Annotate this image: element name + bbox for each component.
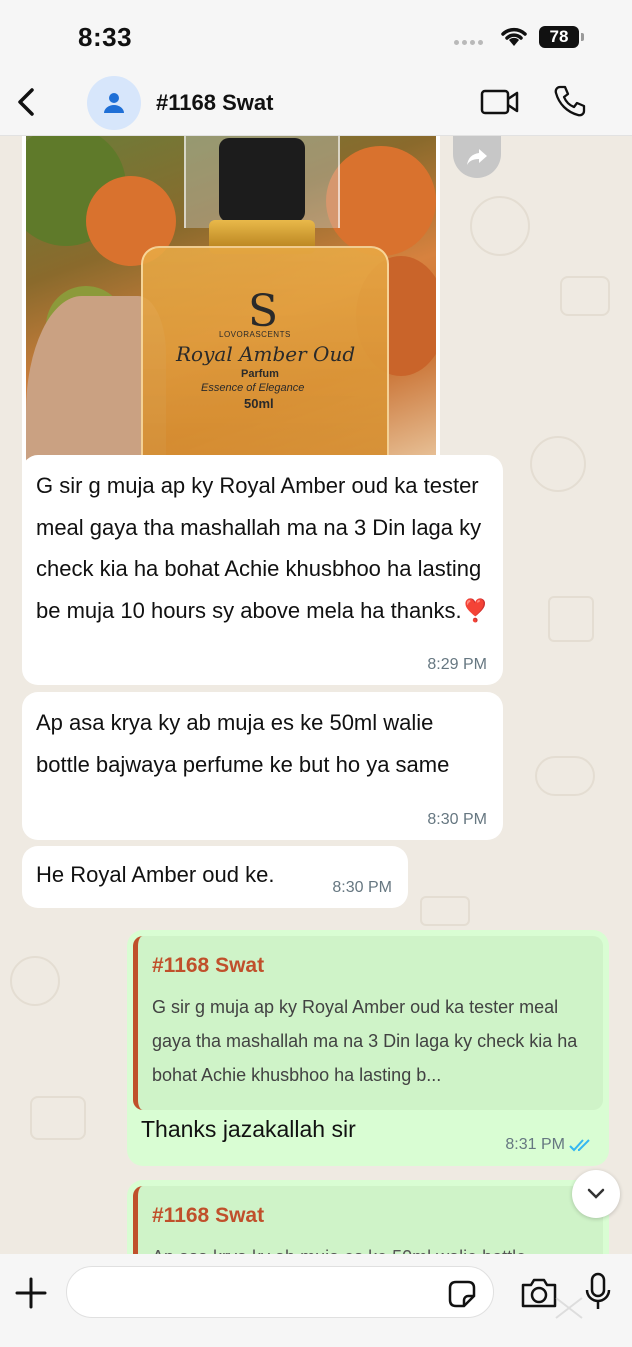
chevron-down-icon <box>587 1188 605 1199</box>
product-name: Royal Amber Oud <box>176 342 356 366</box>
message-time-text: 8:31 PM <box>505 1136 565 1153</box>
battery-icon: 78 <box>539 26 579 48</box>
incoming-message[interactable]: He Royal Amber oud ke. 8:30 PM <box>22 846 408 908</box>
wallpaper-doodle <box>10 956 60 1006</box>
message-time: 8:29 PM <box>427 656 487 673</box>
quoted-message[interactable]: #1168 Swat G sir g muja ap ky Royal Ambe… <box>133 936 603 1110</box>
message-text: Ap asa krya ky ab muja es ke 50ml walie … <box>36 710 450 777</box>
wallpaper-doodle <box>30 1096 86 1140</box>
video-call-icon[interactable] <box>480 88 520 116</box>
watermark-icon <box>555 1297 583 1319</box>
bottle-cap <box>219 138 305 222</box>
forward-icon <box>467 149 487 165</box>
sticker-icon[interactable] <box>446 1278 478 1310</box>
brand-name: LOVORASCENTS <box>219 330 291 339</box>
incoming-message[interactable]: G sir g muja ap ky Royal Amber oud ka te… <box>22 455 503 685</box>
avatar[interactable] <box>87 76 141 130</box>
back-arrow-icon[interactable] <box>12 84 40 120</box>
wallpaper-doodle <box>548 596 594 642</box>
microphone-icon[interactable] <box>584 1272 612 1312</box>
heart-emoji: ❣️ <box>461 597 489 623</box>
wallpaper-doodle <box>420 896 470 926</box>
contact-name[interactable]: #1168 Swat <box>156 90 273 116</box>
wifi-icon <box>501 27 527 46</box>
outgoing-message[interactable]: #1168 Swat Ap asa krya ky ab muja es ke … <box>127 1180 609 1254</box>
scroll-to-bottom-button[interactable] <box>572 1170 620 1218</box>
flower-shape <box>326 146 436 256</box>
quote-author: #1168 Swat <box>152 1204 265 1227</box>
forward-button[interactable] <box>453 136 501 178</box>
battery-tip <box>581 33 584 41</box>
message-time: 8:31 PM <box>505 1136 593 1154</box>
quote-author: #1168 Swat <box>152 954 265 977</box>
message-text: G sir g muja ap ky Royal Amber oud ka te… <box>36 473 482 623</box>
wallpaper-doodle <box>560 276 610 316</box>
status-time: 8:33 <box>78 22 133 52</box>
message-time: 8:30 PM <box>332 879 392 896</box>
quote-text: G sir g muja ap ky Royal Amber oud ka te… <box>152 997 578 1085</box>
chat-area[interactable]: S LOVORASCENTS Royal Amber Oud Parfum Es… <box>0 136 632 1254</box>
product-size: 50ml <box>244 396 274 411</box>
wallpaper-doodle <box>530 436 586 492</box>
message-time: 8:30 PM <box>427 811 487 828</box>
plus-icon[interactable] <box>14 1276 48 1310</box>
outgoing-message[interactable]: #1168 Swat G sir g muja ap ky Royal Ambe… <box>127 930 609 1166</box>
product-tagline: Essence of Elegance <box>201 382 305 394</box>
message-text: He Royal Amber oud ke. <box>36 862 275 887</box>
message-text: Thanks jazakallah sir <box>141 1116 356 1142</box>
wallpaper-doodle <box>535 756 595 796</box>
incoming-message[interactable]: Ap asa krya ky ab muja es ke 50ml walie … <box>22 692 503 840</box>
status-bar: 8:33 78 <box>0 0 632 70</box>
quote-text: Ap asa krya ky ab muja es ke 50ml walie … <box>152 1240 591 1254</box>
wallpaper-doodle <box>470 196 530 256</box>
phone-icon[interactable] <box>553 84 587 118</box>
signal-icon <box>454 40 483 45</box>
person-icon <box>104 93 124 113</box>
product-type: Parfum <box>241 368 279 380</box>
quoted-message[interactable]: #1168 Swat Ap asa krya ky ab muja es ke … <box>133 1186 603 1254</box>
input-bar <box>0 1254 632 1347</box>
chat-header: #1168 Swat <box>0 70 632 136</box>
read-ticks-icon <box>569 1139 590 1152</box>
message-input[interactable] <box>66 1266 494 1318</box>
